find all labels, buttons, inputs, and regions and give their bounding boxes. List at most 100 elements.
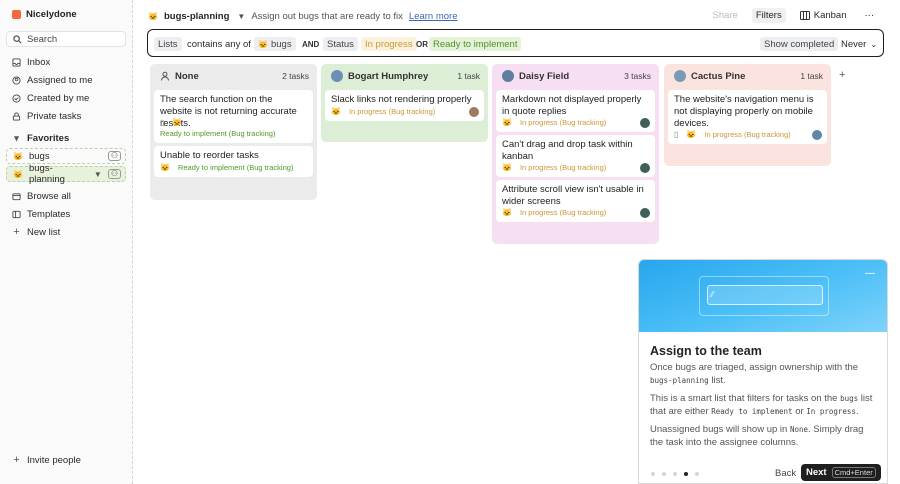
avatar <box>502 70 514 82</box>
show-completed-select[interactable]: Never ⌄ <box>837 37 881 51</box>
kanban-label: Kanban <box>813 10 847 21</box>
task-card[interactable]: Can't drag and drop task within kanban 🐱… <box>496 135 655 177</box>
next-button[interactable]: Next Cmd+Enter <box>801 464 881 481</box>
filter-operator-contains[interactable]: contains any of <box>183 37 255 51</box>
step-dot-active[interactable] <box>684 472 688 476</box>
column-title: Daisy Field <box>519 70 570 82</box>
cat-icon: 🐱 <box>13 169 23 179</box>
header-actions: Share Filters Kanban ··· <box>709 8 879 23</box>
task-title: Unable to reorder tasks <box>160 150 259 161</box>
page-title: bugs-planning <box>163 10 230 22</box>
tour-illustration: ⁄⁄ — <box>639 260 887 332</box>
add-column-button[interactable]: + <box>839 69 845 81</box>
sidebar-item-new-list[interactable]: + New list <box>6 224 126 240</box>
filter-value-label: bugs <box>270 38 292 50</box>
more-options-icon[interactable]: ··· <box>861 8 879 23</box>
sidebar-item-bugs[interactable]: 🐱 bugs ⚇ <box>6 148 126 164</box>
filter-field-status[interactable]: Status <box>323 37 358 51</box>
task-count: 1 task <box>457 71 480 81</box>
filter-icon: ▼ <box>93 169 102 179</box>
task-card[interactable]: The website's navigation menu is not dis… <box>668 90 827 144</box>
assignee-avatar <box>640 118 650 128</box>
shared-icon: ⚇ <box>107 151 121 161</box>
card-meta: 🐱 In progress (Bug tracking) <box>331 106 435 118</box>
sidebar-item-label: bugs-planning <box>28 163 65 185</box>
sidebar-item-label: bugs <box>28 150 50 162</box>
filter-field-lists[interactable]: Lists <box>154 37 182 51</box>
avatar <box>331 70 343 82</box>
status-tag: In progress (Bug tracking) <box>519 208 607 217</box>
kanban-view-button[interactable]: Kanban <box>796 8 851 23</box>
filters-button[interactable]: Filters <box>751 8 786 23</box>
invite-people-button[interactable]: + Invite people <box>6 452 126 468</box>
card-meta: 🐱 In progress (Bug tracking) <box>502 117 606 129</box>
avatar <box>674 70 686 82</box>
column-daisy-field: Daisy Field 3 tasks Markdown not display… <box>492 64 659 244</box>
browse-icon <box>12 192 21 200</box>
filter-value-bugs[interactable]: 🐱 bugs <box>254 37 296 51</box>
step-dot[interactable] <box>662 472 666 476</box>
task-title: Markdown not displayed properly in quote… <box>502 94 642 117</box>
sidebar-item-inbox[interactable]: Inbox <box>6 54 126 70</box>
status-ready-to-implement[interactable]: Ready to implement <box>429 37 522 51</box>
kanban-icon <box>799 11 810 20</box>
cat-icon: 🐱 <box>502 118 512 127</box>
filter-icon: ▼ <box>237 11 246 21</box>
minimize-icon[interactable]: — <box>865 268 875 279</box>
inline-code: In progress <box>806 406 856 416</box>
search-placeholder: Search <box>27 33 58 45</box>
cat-icon: 🐱 <box>331 107 341 116</box>
column-none: None 2 tasks The search function on the … <box>150 64 317 200</box>
step-indicator <box>651 472 699 476</box>
step-dot[interactable] <box>651 472 655 476</box>
assignee-avatar <box>640 163 650 173</box>
filter-bar: Lists contains any of 🐱 bugs AND Status … <box>147 29 884 57</box>
sidebar-item-created[interactable]: Created by me <box>6 90 126 106</box>
cat-icon: 🐱 <box>13 151 23 161</box>
favorites-heading: Favorites <box>27 132 70 144</box>
templates-icon <box>12 210 21 218</box>
task-card[interactable]: Markdown not displayed properly in quote… <box>496 90 655 132</box>
column-header: Bogart Humphrey 1 task <box>331 70 480 82</box>
task-card[interactable]: Attribute scroll view isn't usable in wi… <box>496 180 655 222</box>
tour-paragraph: This is a smart list that filters for ta… <box>650 393 878 418</box>
search-input[interactable]: Search <box>6 31 126 47</box>
share-button[interactable]: Share <box>709 8 742 23</box>
card-meta: 🐱 In progress (Bug tracking) <box>502 207 606 219</box>
sidebar-item-private[interactable]: Private tasks <box>6 108 126 124</box>
sidebar-item-bugs-planning[interactable]: 🐱 bugs-planning ▼ ⚇ <box>6 163 126 185</box>
workspace-switcher[interactable]: Nicelydone <box>12 9 77 20</box>
tour-text: . <box>855 405 859 417</box>
step-dot[interactable] <box>673 472 677 476</box>
keyboard-shortcut: Cmd+Enter <box>831 467 876 478</box>
task-card[interactable]: Slack links not rendering properly 🐱 In … <box>325 90 484 121</box>
back-button[interactable]: Back <box>775 468 796 479</box>
cat-icon: 🐱 <box>502 208 512 217</box>
cat-icon: 🐱 <box>502 163 512 172</box>
favorites-toggle[interactable]: ▾ Favorites <box>6 130 126 146</box>
and-operator[interactable]: AND <box>298 37 323 51</box>
tour-text: This is a smart list that filters for ta… <box>650 393 838 404</box>
column-title: Bogart Humphrey <box>348 70 429 82</box>
learn-more-link[interactable]: Learn more <box>409 11 458 22</box>
inline-code: bugs <box>840 394 859 403</box>
sidebar-item-templates[interactable]: Templates <box>6 206 126 222</box>
sidebar-item-label: Created by me <box>27 92 90 104</box>
sidebar-item-assigned[interactable]: Assigned to me <box>6 72 126 88</box>
task-card[interactable]: The search function on the website is no… <box>154 90 313 143</box>
task-card[interactable]: Unable to reorder tasks 🐱 Ready to imple… <box>154 146 313 177</box>
status-tag: In progress (Bug tracking) <box>519 163 607 172</box>
page-subtitle: Assign out bugs that are ready to fix <box>251 10 403 22</box>
task-count: 1 task <box>800 71 823 81</box>
caret-down-icon: ▾ <box>14 132 19 143</box>
task-title: Attribute scroll view isn't usable in wi… <box>502 184 644 207</box>
tour-text: Once bugs are triaged, assign ownership … <box>650 362 859 373</box>
step-dot[interactable] <box>695 472 699 476</box>
sidebar-item-browse[interactable]: Browse all <box>6 188 126 204</box>
status-in-progress[interactable]: In progress <box>361 37 417 51</box>
invite-label: Invite people <box>27 454 81 466</box>
cat-icon: 🐱 <box>148 11 158 21</box>
card-meta: 🐱 Ready to implement (Bug tracking) <box>160 162 293 174</box>
status-tag: Ready to implement (Bug tracking) <box>160 129 276 138</box>
status-tag: Ready to implement (Bug tracking) <box>177 163 294 172</box>
